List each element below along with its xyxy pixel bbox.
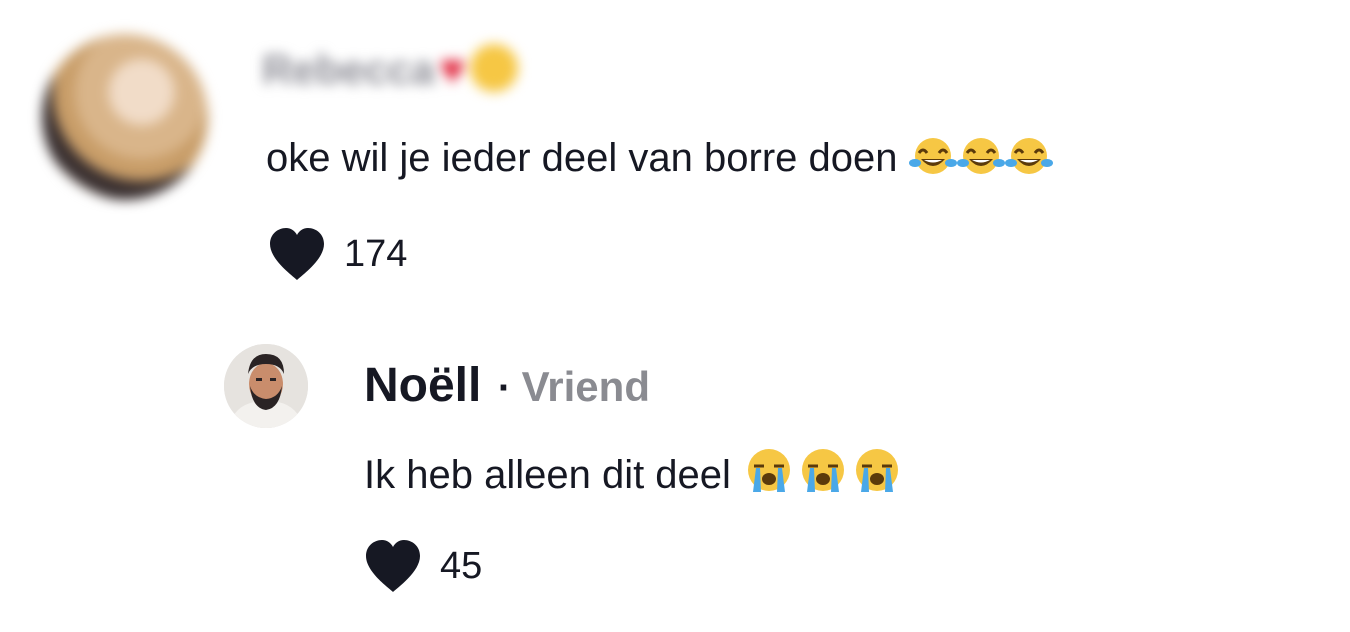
- laugh-cry-emoji-icon: [1004, 135, 1053, 188]
- laugh-cry-emoji-icon: [956, 135, 1005, 188]
- laugh-cry-emoji-icon: [908, 135, 957, 188]
- like-count: 45: [440, 544, 483, 587]
- avatar[interactable]: [224, 344, 308, 428]
- separator: ·: [497, 366, 512, 410]
- comment: Rebecca ♥ oke wil je ieder deel van borr…: [0, 0, 1350, 300]
- author-name[interactable]: Rebecca ♥: [262, 42, 518, 98]
- comment-text: oke wil je ieder deel van borre doen: [266, 134, 1053, 188]
- crying-emoji-icon: [742, 446, 796, 505]
- crying-emoji-icon: [796, 446, 850, 505]
- smile-emoji-icon: [469, 44, 518, 92]
- like-button[interactable]: 174: [266, 226, 407, 282]
- author-name[interactable]: Noëll: [364, 359, 481, 412]
- heart-icon: [362, 538, 424, 594]
- friend-badge: Vriend: [521, 363, 650, 410]
- crying-emoji-icon: [850, 446, 904, 505]
- like-button[interactable]: 45: [362, 538, 482, 594]
- heart-emoji-icon: ♥: [439, 45, 466, 94]
- like-count: 174: [344, 232, 408, 275]
- heart-icon: [266, 226, 328, 282]
- reply: Noëll · Vriend Ik heb alleen dit deel 45: [0, 300, 1350, 632]
- comment-text: Ik heb alleen dit deel: [364, 446, 904, 505]
- reply-header: Noëll · Vriend: [364, 356, 650, 416]
- avatar[interactable]: [42, 34, 208, 200]
